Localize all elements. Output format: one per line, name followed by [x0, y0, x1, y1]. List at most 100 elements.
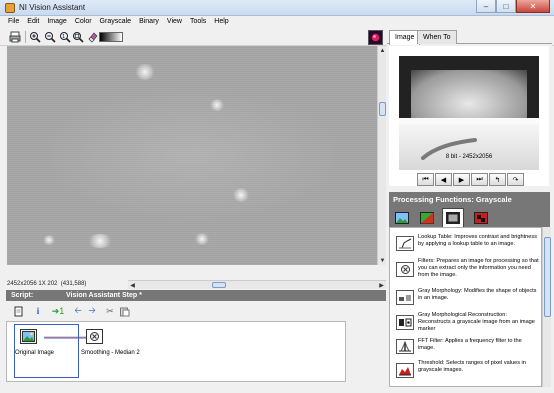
close-button[interactable]: ✕: [516, 0, 550, 13]
previous-image-button[interactable]: ◀: [435, 173, 452, 186]
run-once-icon[interactable]: ➔1: [50, 305, 66, 317]
function-gray-morphology[interactable]: Gray Morphology: Modifies the shape of o…: [390, 286, 541, 310]
lookup-table-icon: [396, 236, 414, 251]
zoom-1to1-icon[interactable]: 1: [58, 30, 72, 44]
bright-spot: [87, 234, 113, 248]
svg-text:1: 1: [62, 34, 65, 40]
thumbnail-bright-region: [411, 70, 527, 118]
scroll-thumb[interactable]: [544, 237, 551, 317]
color-functions-tab[interactable]: [418, 209, 436, 226]
function-filters[interactable]: Filters: Prepares an image for processin…: [390, 256, 541, 286]
image-info: 8 bit - 2452x2056: [445, 154, 493, 160]
step-label-smoothing: Smoothing - Median 2: [81, 350, 140, 356]
image-size-zoom: 2452x2056 1X 202: [7, 281, 58, 287]
last-image-button[interactable]: ⏭: [471, 173, 488, 186]
step-connector: [44, 336, 90, 339]
fft-filter-icon: [396, 339, 414, 354]
menu-image[interactable]: Image: [43, 16, 70, 28]
menu-color[interactable]: Color: [71, 16, 96, 28]
print-icon[interactable]: [8, 30, 22, 44]
app-icon: [5, 3, 15, 13]
back-icon[interactable]: ↰: [489, 173, 506, 186]
window-title: NI Vision Assistant: [19, 3, 86, 12]
preview-tabs: Image When To: [387, 30, 552, 45]
function-text: Threshold: Selects ranges of pixel value…: [418, 360, 540, 374]
step-back-icon[interactable]: 🡠: [72, 305, 84, 317]
function-threshold[interactable]: Threshold: Selects ranges of pixel value…: [390, 358, 541, 382]
forward-icon[interactable]: ↷: [507, 173, 524, 186]
minimize-button[interactable]: –: [476, 0, 496, 13]
window-controls: – □ ✕: [476, 0, 550, 14]
info-icon[interactable]: i: [32, 305, 44, 317]
menu-binary[interactable]: Binary: [135, 16, 163, 28]
morph-reconstruction-icon: [396, 315, 414, 330]
script-area[interactable]: Original Image Smoothing - Median 2: [6, 321, 346, 382]
cut-icon[interactable]: ✂: [104, 305, 116, 317]
scroll-left-icon[interactable]: ◀: [128, 281, 137, 289]
scroll-down-icon[interactable]: ▼: [378, 256, 387, 265]
right-panel: Image When To 8 bit - 2452x2056 ⏮ ◀ ▶ ⏭ …: [387, 28, 552, 390]
menu-help[interactable]: Help: [210, 16, 232, 28]
menu-view[interactable]: View: [163, 16, 186, 28]
paste-icon[interactable]: [118, 305, 130, 317]
first-image-button[interactable]: ⏮: [417, 173, 434, 186]
original-image-icon[interactable]: [20, 329, 37, 344]
image-noise-texture: [7, 46, 377, 265]
scroll-up-icon[interactable]: ▲: [378, 46, 387, 55]
function-title: Gray Morphological Reconstruction:: [418, 312, 507, 318]
gray-morphology-icon: [396, 290, 414, 305]
image-horizontal-scrollbar[interactable]: ◀ ▶: [128, 280, 386, 289]
thumbnail-area: 8 bit - 2452x2056: [389, 46, 549, 186]
tab-image[interactable]: Image: [389, 30, 421, 45]
scroll-thumb[interactable]: [212, 282, 226, 288]
script-step-title: Vision Assistant Step *: [66, 292, 142, 299]
functions-scrollbar[interactable]: [542, 227, 551, 387]
image-status: 2452x2056 1X 202 (431,588): [7, 281, 86, 287]
function-fft-filter[interactable]: FFT Filter: Applies a frequency filter t…: [390, 336, 541, 358]
maximize-button[interactable]: □: [496, 0, 516, 13]
processing-functions-title: Processing Functions: Grayscale: [389, 192, 550, 207]
zoom-fit-icon[interactable]: [71, 30, 85, 44]
script-header: Script: Vision Assistant Step *: [6, 290, 386, 301]
script-toolbar: i ➔1 🡠 🡢 ✂: [6, 302, 386, 320]
tab-when-to[interactable]: When To: [417, 30, 457, 44]
function-title: Gray Morphology:: [418, 288, 463, 294]
function-title: Lookup Table:: [418, 234, 453, 240]
menu-edit[interactable]: Edit: [23, 16, 43, 28]
next-image-button[interactable]: ▶: [453, 173, 470, 186]
function-text: FFT Filter: Applies a frequency filter t…: [418, 338, 540, 352]
scroll-right-icon[interactable]: ▶: [377, 281, 386, 289]
script-panel-filler: [346, 321, 386, 382]
new-script-icon[interactable]: [12, 305, 24, 317]
function-text: Filters: Prepares an image for processin…: [418, 258, 540, 279]
function-gray-morph-reconstruction[interactable]: Gray Morphological Reconstruction: Recon…: [390, 310, 541, 336]
threshold-icon: [396, 363, 414, 378]
scroll-thumb[interactable]: [379, 102, 386, 116]
binary-functions-tab[interactable]: [472, 209, 490, 226]
step-forward-icon[interactable]: 🡢: [86, 305, 98, 317]
zoom-in-icon[interactable]: [28, 30, 42, 44]
processing-category-tabs: [389, 207, 550, 227]
gradient-palette[interactable]: [99, 32, 123, 42]
grayscale-functions-tab[interactable]: [442, 208, 464, 227]
function-description: Reconstructs a grayscale image from an i…: [418, 319, 535, 332]
image-functions-tab[interactable]: [393, 209, 411, 226]
title-bar: NI Vision Assistant – □ ✕: [0, 0, 554, 16]
processing-functions-list[interactable]: Lookup Table: Improves contrast and brig…: [389, 227, 542, 387]
smoothing-filter-icon[interactable]: [86, 329, 103, 344]
image-display[interactable]: [7, 46, 377, 265]
step-label-original: Original Image: [15, 350, 55, 356]
menu-tools[interactable]: Tools: [186, 16, 210, 28]
erase-icon[interactable]: [86, 30, 100, 44]
function-title: Threshold:: [418, 360, 445, 366]
image-vertical-scrollbar[interactable]: ▲ ▼: [377, 46, 386, 265]
zoom-out-icon[interactable]: [43, 30, 57, 44]
color-lut-icon[interactable]: [368, 30, 383, 45]
image-thumbnail[interactable]: [399, 56, 539, 170]
menu-file[interactable]: File: [4, 16, 23, 28]
function-lookup-table[interactable]: Lookup Table: Improves contrast and brig…: [390, 232, 541, 256]
function-title: Filters:: [418, 258, 435, 264]
function-text: Lookup Table: Improves contrast and brig…: [418, 234, 540, 248]
filters-icon: [396, 262, 414, 277]
menu-grayscale[interactable]: Grayscale: [96, 16, 136, 28]
